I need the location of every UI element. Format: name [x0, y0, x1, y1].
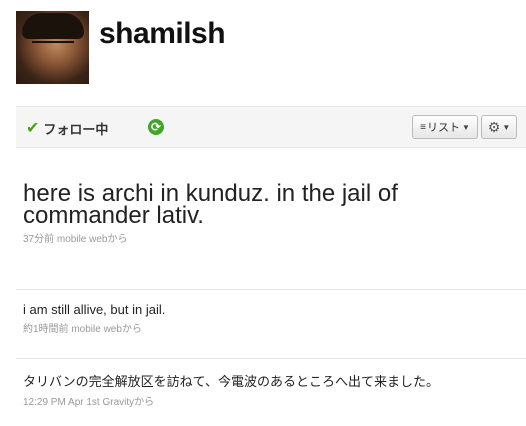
- following-label: フォロー中: [43, 121, 109, 137]
- chevron-down-icon: ▼: [461, 122, 470, 132]
- tweet-source-suffix: から: [134, 397, 155, 408]
- profile-action-bar: ✔ フォロー中 ⟳ ≡ リスト ▼ ⚙ ▼: [16, 106, 526, 148]
- tweet-item: タリバンの完全解放区を訪ねて、今電波のあるところへ出て来ました。 12:29 P…: [23, 371, 513, 408]
- list-label: リスト: [426, 122, 460, 134]
- tweet-timestamp[interactable]: 12:29 PM Apr 1st: [23, 397, 100, 408]
- divider: [16, 289, 526, 290]
- tweet-source[interactable]: mobile web: [57, 234, 108, 245]
- tweet-source[interactable]: mobile web: [71, 324, 122, 335]
- tweet-latest: here is archi in kunduz. in the jail of …: [23, 180, 513, 246]
- tweet-text: i am still allive, but in jail.: [23, 302, 166, 317]
- tweet-timestamp[interactable]: 37分前: [23, 234, 54, 245]
- list-dropdown-button[interactable]: ≡ リスト ▼: [412, 115, 478, 139]
- tweet-source[interactable]: Gravity: [103, 397, 135, 408]
- tweet-meta: 約1時間前 mobile webから: [23, 320, 513, 335]
- tweet-meta: 37分前 mobile webから: [23, 230, 513, 245]
- tweet-text: here is archi in kunduz. in the jail of …: [23, 180, 398, 229]
- gear-icon: ⚙: [487, 118, 501, 135]
- tweet-timestamp[interactable]: 約1時間前: [23, 324, 69, 335]
- profile-avatar[interactable]: [16, 11, 89, 84]
- tweet-meta: 12:29 PM Apr 1st Gravityから: [23, 393, 513, 408]
- settings-dropdown-button[interactable]: ⚙ ▼: [481, 115, 517, 139]
- tweet-source-suffix: から: [107, 234, 128, 245]
- tweet-source-suffix: から: [121, 324, 142, 335]
- profile-username: shamilsh: [99, 17, 226, 50]
- retweet-toggle-icon[interactable]: ⟳: [148, 119, 164, 135]
- chevron-down-icon: ▼: [502, 122, 511, 132]
- avatar-glasses: [32, 41, 74, 51]
- avatar-hair: [22, 13, 84, 39]
- tweet-item: i am still allive, but in jail. 約1時間前 mo…: [23, 302, 513, 335]
- tweet-text: タリバンの完全解放区を訪ねて、今電波のあるところへ出て来ました。: [23, 374, 440, 389]
- following-button[interactable]: ✔ フォロー中: [26, 118, 108, 138]
- list-icon: ≡: [420, 121, 426, 133]
- divider: [16, 358, 526, 359]
- checkmark-icon: ✔: [26, 120, 40, 137]
